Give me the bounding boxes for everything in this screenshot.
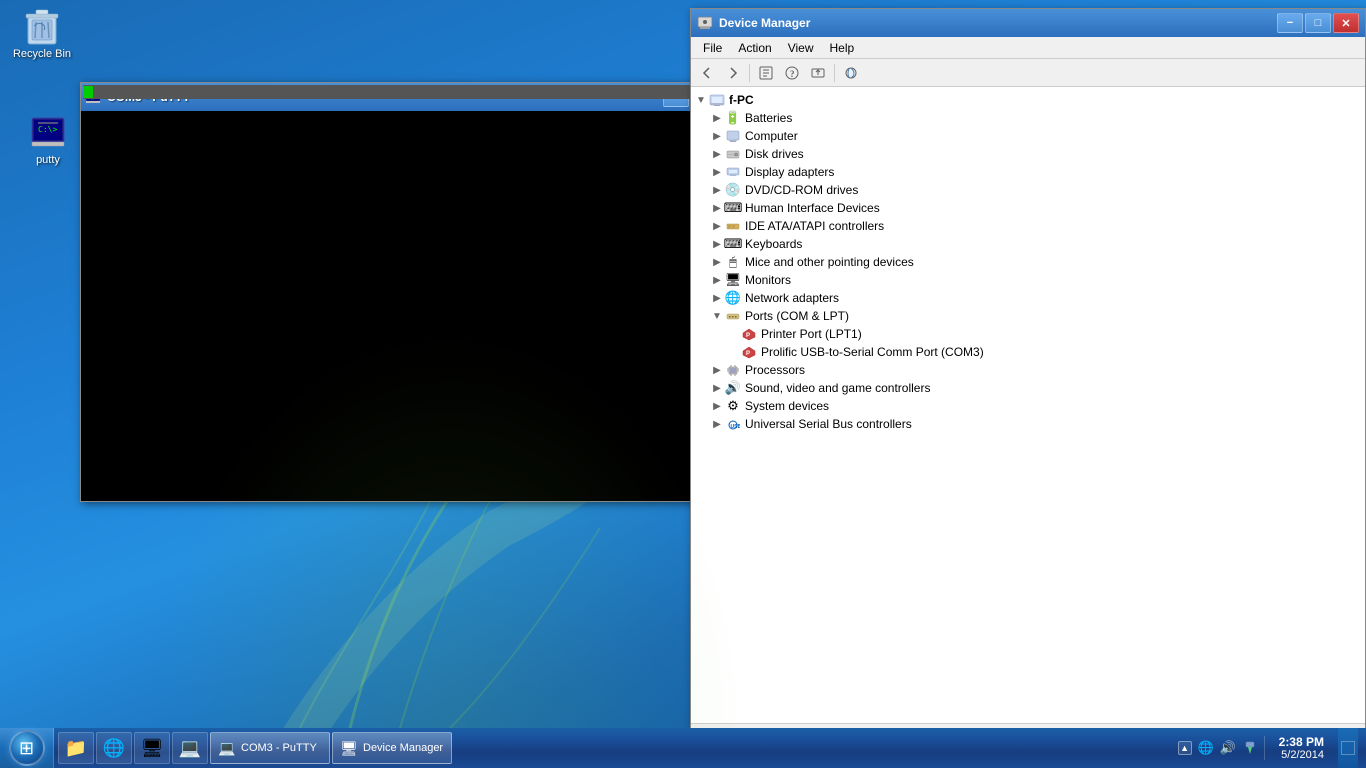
tree-root[interactable]: ▼ f-PC: [691, 91, 1365, 109]
tray-separator: [1264, 736, 1265, 760]
show-desktop-btn[interactable]: [1338, 728, 1358, 768]
root-icon: [709, 92, 725, 108]
putty-label: putty: [36, 154, 60, 166]
svg-text:?: ?: [790, 69, 795, 79]
svg-text:P: P: [746, 351, 750, 357]
svg-text:P: P: [746, 333, 750, 339]
putty-image: C:\>: [28, 112, 68, 152]
tray-sound-icon[interactable]: 🔊: [1220, 740, 1236, 756]
toolbar-update-btn[interactable]: [806, 62, 830, 84]
start-button[interactable]: ⊞: [0, 728, 54, 768]
tree-item-keyboards[interactable]: ▶ ⌨ Keyboards: [691, 235, 1365, 253]
toolbar-forward-btn[interactable]: [721, 62, 745, 84]
terminal-cursor: [83, 86, 93, 98]
device-manager-title-buttons: − □ ✕: [1277, 13, 1359, 33]
taskbar-tasks: 📁 🌐 🖥 💻 💻 COM3 - PuTTY 🖥 Device Manager: [54, 732, 1170, 764]
dm-minimize-btn[interactable]: −: [1277, 13, 1303, 33]
terminal-content[interactable]: [81, 83, 733, 501]
svg-text:C:\>: C:\>: [38, 125, 57, 134]
desktop: Recycle Bin C:\> putty >_: [0, 0, 1366, 768]
menu-help[interactable]: Help: [822, 39, 863, 57]
tree-item-computer[interactable]: ▶ Computer: [691, 127, 1365, 145]
toolbar-separator-2: [834, 64, 835, 82]
taskbar-explorer-btn[interactable]: 📁: [58, 732, 94, 764]
device-manager-title-text: Device Manager: [719, 16, 1277, 30]
svg-text:USB: USB: [731, 424, 741, 430]
toolbar-properties-btn[interactable]: [754, 62, 778, 84]
taskbar-putty-btn[interactable]: 💻: [172, 732, 208, 764]
task-putty-label: COM3 - PuTTY: [241, 742, 317, 754]
tree-item-sound[interactable]: ▶ 🔊 Sound, video and game controllers: [691, 379, 1365, 397]
toolbar-scan-btn[interactable]: [839, 62, 863, 84]
device-manager-title-icon: [697, 15, 713, 31]
tree-item-display-adapters[interactable]: ▶ Display adapters: [691, 163, 1365, 181]
clock-date: 5/2/2014: [1281, 749, 1324, 761]
tree-item-processors[interactable]: ▶ Processors: [691, 361, 1365, 379]
recycle-bin-label: Recycle Bin: [13, 48, 71, 60]
device-manager-titlebar[interactable]: Device Manager − □ ✕: [691, 9, 1365, 37]
root-expand: ▼: [695, 94, 707, 106]
dm-maximize-btn[interactable]: □: [1305, 13, 1331, 33]
toolbar-help-btn[interactable]: ?: [780, 62, 804, 84]
tree-item-ports[interactable]: ▼ Ports (COM & LPT): [691, 307, 1365, 325]
menu-file[interactable]: File: [695, 39, 730, 57]
taskbar-dm-task[interactable]: 🖥 Device Manager: [332, 732, 452, 764]
menu-view[interactable]: View: [780, 39, 822, 57]
clock-time: 2:38 PM: [1279, 735, 1324, 749]
task-dm-icon: 🖥: [341, 740, 357, 756]
device-manager-toolbar: ?: [691, 59, 1365, 87]
device-manager-menubar: File Action View Help: [691, 37, 1365, 59]
putty-desktop-icon[interactable]: C:\> putty: [8, 108, 88, 170]
show-desktop-icon: [1341, 741, 1355, 755]
device-manager-content[interactable]: ▼ f-PC ▶ 🔋 Batteries ▶: [691, 87, 1365, 723]
tree-item-network[interactable]: ▶ 🌐 Network adapters: [691, 289, 1365, 307]
windows-logo: ⊞: [19, 738, 34, 759]
tray-expand-btn[interactable]: ▲: [1178, 741, 1192, 755]
task-putty-icon: 💻: [219, 740, 235, 756]
taskbar-app-btn[interactable]: 🖥: [134, 732, 170, 764]
root-label: f-PC: [729, 93, 754, 107]
tree-item-usb[interactable]: ▶ USB Universal Serial Bus controllers: [691, 415, 1365, 433]
tree-item-hid[interactable]: ▶ ⌨ Human Interface Devices: [691, 199, 1365, 217]
system-tray: ▲ 🌐 🔊 2:38 PM 5/2/2014: [1170, 728, 1366, 768]
tray-power-icon[interactable]: [1242, 740, 1258, 756]
start-orb: ⊞: [9, 730, 45, 766]
tree-item-mice[interactable]: ▶ 🖱 Mice and other pointing devices: [691, 253, 1365, 271]
explorer-icon: 📁: [65, 738, 87, 759]
toolbar-separator-1: [749, 64, 750, 82]
clock[interactable]: 2:38 PM 5/2/2014: [1271, 735, 1332, 761]
tree-item-ide[interactable]: ▶ IDE ATA/ATAPI controllers: [691, 217, 1365, 235]
taskbar-chrome-btn[interactable]: 🌐: [96, 732, 132, 764]
task-dm-label: Device Manager: [363, 742, 443, 754]
tree-item-printer-port[interactable]: P Printer Port (LPT1): [691, 325, 1365, 343]
terminal-bar: [83, 85, 731, 99]
putty-taskbar-icon: 💻: [179, 738, 201, 759]
toolbar-back-btn[interactable]: [695, 62, 719, 84]
tree-item-system[interactable]: ▶ ⚙ System devices: [691, 397, 1365, 415]
menu-action[interactable]: Action: [730, 39, 779, 57]
taskbar-putty-task[interactable]: 💻 COM3 - PuTTY: [210, 732, 330, 764]
desktop-decoration: [200, 428, 700, 728]
tree-item-prolific-port[interactable]: P Prolific USB-to-Serial Comm Port (COM3…: [691, 343, 1365, 361]
tree-item-disk-drives[interactable]: ▶ Disk drives: [691, 145, 1365, 163]
chrome-icon: 🌐: [103, 738, 125, 759]
tray-network-icon[interactable]: 🌐: [1198, 740, 1214, 756]
tree-item-batteries[interactable]: ▶ 🔋 Batteries: [691, 109, 1365, 127]
scroll-down-btn[interactable]: ▼: [733, 485, 749, 501]
putty-window: >_ COM3 - PuTTY − □ ✕ ▲: [80, 82, 750, 502]
tree-item-dvd-drives[interactable]: ▶ 💿 DVD/CD-ROM drives: [691, 181, 1365, 199]
tree-item-monitors[interactable]: ▶ 🖥 Monitors: [691, 271, 1365, 289]
dm-close-btn[interactable]: ✕: [1333, 13, 1359, 33]
recycle-bin-image: [22, 6, 62, 46]
device-manager-window: Device Manager − □ ✕ File Action View He…: [690, 8, 1366, 728]
app-icon: 🖥: [141, 738, 164, 759]
taskbar: ⊞ 📁 🌐 🖥 💻 💻 COM3 - PuTTY: [0, 728, 1366, 768]
recycle-bin-icon[interactable]: Recycle Bin: [2, 2, 82, 64]
